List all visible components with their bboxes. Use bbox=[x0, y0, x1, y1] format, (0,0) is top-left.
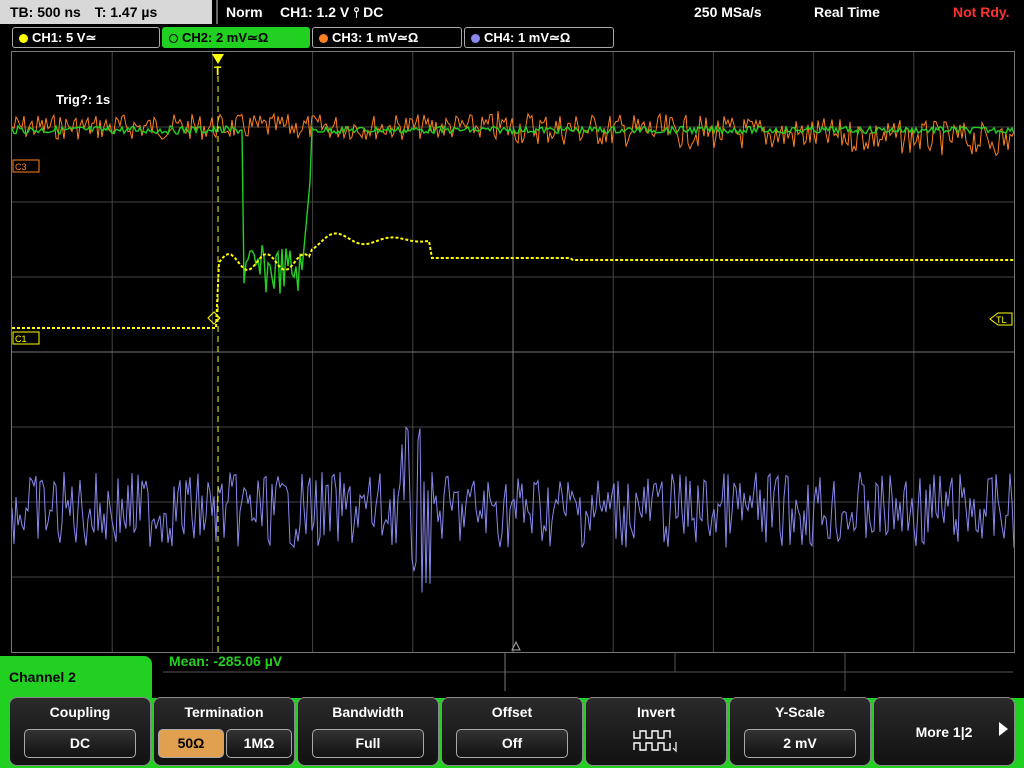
invert-waveform-icon bbox=[633, 730, 677, 753]
more-label: More 1|2 bbox=[915, 724, 973, 740]
ch1-label: CH1: 5 V≃ bbox=[32, 30, 97, 45]
trigger-mode[interactable]: Norm bbox=[226, 0, 263, 24]
measurement-panel: Mean: -285.06 µV bbox=[163, 652, 1013, 691]
ch3-color-dot bbox=[319, 34, 328, 44]
yscale-value[interactable]: 2 mV bbox=[744, 729, 856, 758]
next-page-arrow-icon bbox=[999, 722, 1008, 736]
waveform-canvas: T Trig?: 1s C3 C1 TL bbox=[11, 52, 1015, 652]
invert-softkey[interactable]: Invert bbox=[585, 697, 727, 766]
ch3-label: CH3: 1 mV≃Ω bbox=[332, 30, 419, 45]
timebase-value: TB: 500 ns bbox=[10, 4, 81, 20]
ch1-color-dot bbox=[19, 34, 28, 44]
termination-label: Termination bbox=[184, 704, 264, 720]
offset-value[interactable]: Off bbox=[456, 729, 568, 758]
termination-50ohm-option[interactable]: 50Ω bbox=[158, 729, 224, 758]
trigger-time-value: T: 1.47 µs bbox=[94, 4, 158, 20]
bandwidth-value[interactable]: Full bbox=[312, 729, 424, 758]
measurement-grid bbox=[163, 653, 1013, 691]
yscale-softkey[interactable]: Y-Scale 2 mV bbox=[729, 697, 871, 766]
invert-label: Invert bbox=[636, 704, 676, 720]
bandwidth-softkey[interactable]: Bandwidth Full bbox=[297, 697, 439, 766]
waveform-display[interactable]: T Trig?: 1s C3 C1 TL bbox=[11, 51, 1015, 653]
ch2-label: CH2: 2 mV≃Ω bbox=[182, 30, 269, 45]
channel-tabs: CH1: 5 V≃ CH2: 2 mV≃Ω CH3: 1 mV≃Ω CH4: 1… bbox=[0, 26, 1024, 48]
c3-offset-marker: C3 bbox=[12, 159, 40, 173]
sample-rate: 250 MSa/s bbox=[694, 4, 762, 20]
trigger-position-marker bbox=[212, 54, 224, 64]
trig-message: Trig?: 1s bbox=[56, 92, 110, 107]
offset-label: Offset bbox=[491, 704, 533, 720]
tab-ch3[interactable]: CH3: 1 mV≃Ω bbox=[312, 27, 462, 48]
ready-state: Not Rdy. bbox=[953, 4, 1010, 20]
tab-ch4[interactable]: CH4: 1 mV≃Ω bbox=[464, 27, 614, 48]
more-softkey[interactable]: More 1|2 bbox=[873, 697, 1015, 766]
tab-ch1[interactable]: CH1: 5 V≃ bbox=[12, 27, 160, 48]
c1-marker-label: C1 bbox=[15, 334, 27, 344]
trigger-marker-label: T bbox=[214, 64, 222, 78]
menu-title-tab: Channel 2 bbox=[0, 656, 152, 698]
c3-marker-label: C3 bbox=[15, 162, 27, 172]
coupling-label: Coupling bbox=[49, 704, 111, 720]
status-bar: TB: 500 ns T: 1.47 µs Norm CH1: 1.2 V ⫯ … bbox=[0, 0, 1024, 24]
trigger-level-marker: TL bbox=[989, 312, 1013, 326]
ch4-color-dot bbox=[471, 34, 480, 44]
offset-softkey[interactable]: Offset Off bbox=[441, 697, 583, 766]
bandwidth-label: Bandwidth bbox=[332, 704, 404, 720]
status-divider bbox=[216, 0, 218, 24]
ch2-color-dot bbox=[169, 34, 178, 44]
tl-marker-label: TL bbox=[996, 315, 1007, 325]
yscale-label: Y-Scale bbox=[775, 704, 825, 720]
coupling-value[interactable]: DC bbox=[24, 729, 136, 758]
trigger-setting[interactable]: CH1: 1.2 V ⫯ DC bbox=[280, 0, 383, 24]
termination-1mohm-option[interactable]: 1MΩ bbox=[226, 729, 292, 758]
graticule-grid bbox=[12, 52, 1014, 652]
c1-offset-marker: C1 bbox=[12, 331, 40, 345]
timebase-box[interactable]: TB: 500 ns T: 1.47 µs bbox=[0, 0, 212, 24]
ch4-label: CH4: 1 mV≃Ω bbox=[484, 30, 571, 45]
coupling-softkey[interactable]: Coupling DC bbox=[9, 697, 151, 766]
termination-softkey[interactable]: Termination 50Ω 1MΩ bbox=[153, 697, 295, 766]
menu-title: Channel 2 bbox=[9, 669, 76, 685]
tab-ch2[interactable]: CH2: 2 mV≃Ω bbox=[162, 27, 310, 48]
acquisition-mode: Real Time bbox=[814, 4, 880, 20]
